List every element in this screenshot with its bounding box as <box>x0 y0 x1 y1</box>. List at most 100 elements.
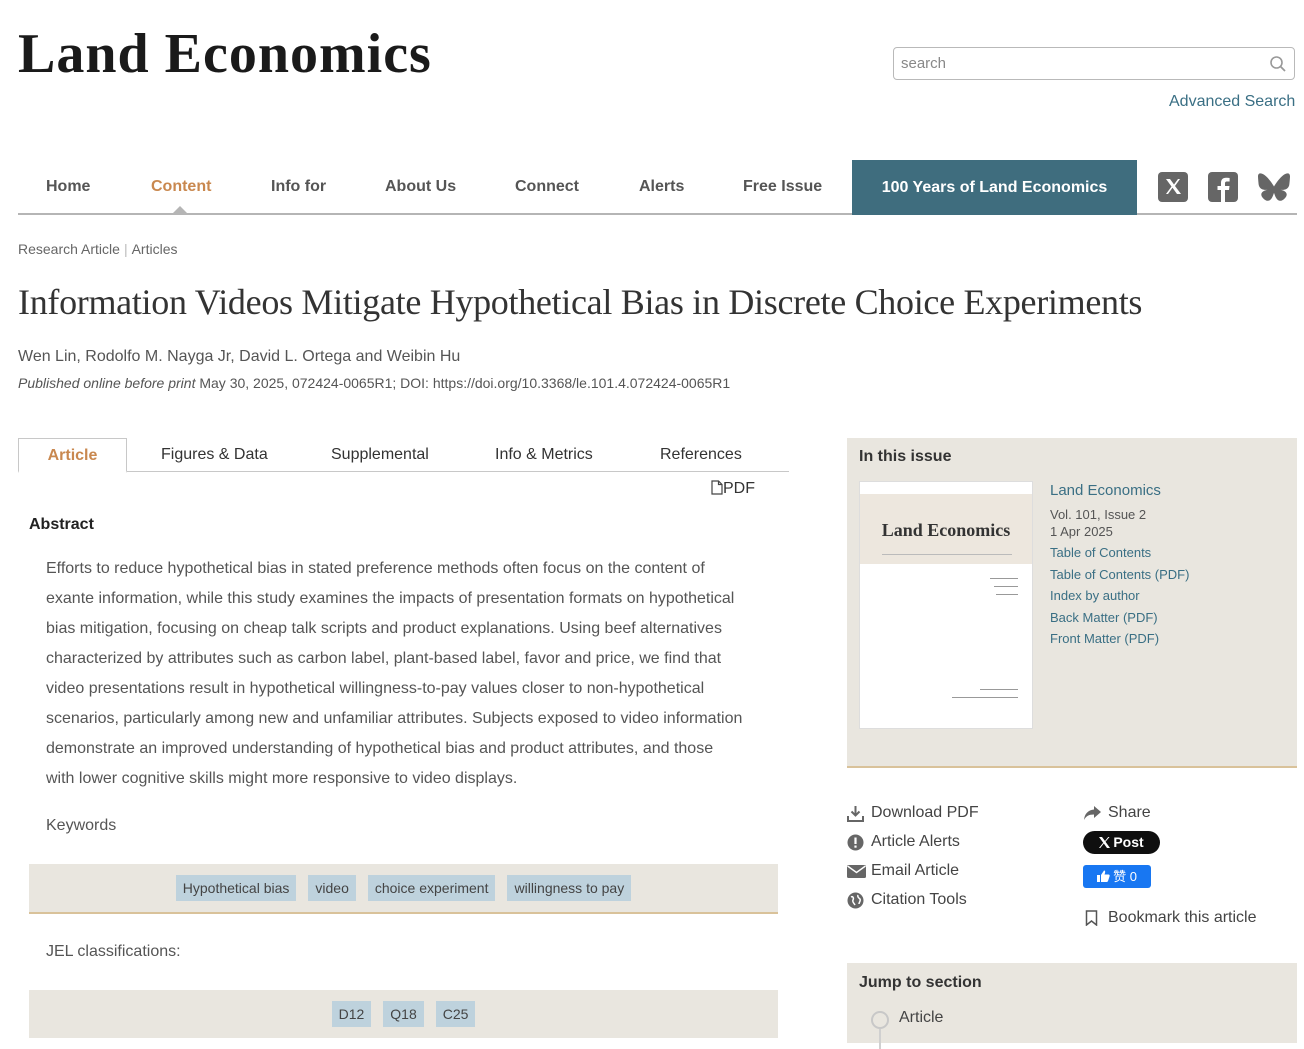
cover-text-line <box>990 578 1018 579</box>
cover-title: Land Economics <box>881 520 1011 540</box>
alert-icon <box>847 834 864 851</box>
abstract-text: Efforts to reduce hypothetical bias in s… <box>46 554 764 794</box>
issue-journal-link[interactable]: Land Economics <box>1050 482 1161 499</box>
abstract-line: scenarios, particularly among new and un… <box>46 710 743 727</box>
breadcrumb-articles[interactable]: Articles <box>132 241 178 257</box>
share-link[interactable]: Share <box>1084 804 1151 822</box>
cover-text-line <box>952 697 1018 698</box>
download-pdf-label: Download PDF <box>871 804 979 821</box>
bluesky-icon[interactable] <box>1257 172 1291 202</box>
nav-100-years[interactable]: 100 Years of Land Economics <box>852 160 1137 215</box>
globe-icon <box>847 892 864 909</box>
published-details: May 30, 2025, 072424-0065R1; DOI: https:… <box>199 375 731 391</box>
x-post-button[interactable]: Post <box>1083 831 1160 854</box>
tabs-divider <box>18 471 789 472</box>
keyword-chip[interactable]: choice experiment <box>367 875 496 901</box>
issue-back-matter-link[interactable]: Back Matter (PDF) <box>1050 610 1158 625</box>
site-title[interactable]: Land Economics <box>18 22 432 86</box>
search-icon[interactable] <box>1269 55 1287 73</box>
issue-volume: Vol. 101, Issue 2 <box>1050 507 1147 522</box>
download-icon <box>847 806 864 822</box>
tab-article[interactable]: Article <box>18 438 127 473</box>
bookmark-label: Bookmark this article <box>1108 909 1257 926</box>
jel-box: D12 Q18 C25 <box>29 990 778 1038</box>
issue-date: 1 Apr 2025 <box>1050 524 1113 539</box>
cover-text-line <box>996 594 1018 595</box>
nav-content[interactable]: Content <box>151 178 211 196</box>
pdf-file-icon <box>711 480 723 495</box>
abstract-line: demonstrate an improved understanding of… <box>46 740 714 757</box>
nav-connect[interactable]: Connect <box>515 178 579 196</box>
in-this-issue-heading: In this issue <box>859 448 952 465</box>
facebook-like-label: 赞 0 <box>1113 869 1137 884</box>
nav-free-issue[interactable]: Free Issue <box>743 178 822 196</box>
pdf-link[interactable]: PDF <box>711 480 755 498</box>
email-article-link[interactable]: Email Article <box>847 862 960 880</box>
tab-figures-data[interactable]: Figures & Data <box>161 446 268 464</box>
issue-toc-pdf-link[interactable]: Table of Contents (PDF) <box>1050 567 1189 582</box>
citation-tools-link[interactable]: Citation Tools <box>847 891 967 909</box>
issue-toc-link[interactable]: Table of Contents <box>1050 545 1151 560</box>
advanced-search-link[interactable]: Advanced Search <box>1169 93 1295 111</box>
nav-about-us[interactable]: About Us <box>385 178 456 196</box>
x-post-label: Post <box>1113 834 1144 850</box>
jel-chip[interactable]: Q18 <box>383 1001 424 1027</box>
thumbs-up-icon <box>1097 870 1110 882</box>
breadcrumb-research-article[interactable]: Research Article <box>18 241 120 257</box>
x-logo-icon <box>1099 837 1111 848</box>
nav-alerts[interactable]: Alerts <box>639 178 684 196</box>
email-article-label: Email Article <box>871 862 960 879</box>
nav-info-for[interactable]: Info for <box>271 178 326 196</box>
cover-text-line <box>980 689 1018 690</box>
jump-to-section-panel: Jump to section Article <box>847 963 1297 1049</box>
tab-references[interactable]: References <box>660 446 742 464</box>
bookmark-article-link[interactable]: Bookmark this article <box>1085 909 1257 927</box>
article-title: Information Videos Mitigate Hypothetical… <box>18 282 1143 322</box>
jel-heading: JEL classifications: <box>46 943 181 960</box>
search-box <box>893 47 1295 80</box>
keyword-chip[interactable]: willingness to pay <box>507 875 632 901</box>
cover-subtitle-line <box>882 554 1012 555</box>
jump-marker-circle <box>871 1011 889 1029</box>
pdf-label: PDF <box>723 480 755 497</box>
publication-info: Published online before print May 30, 20… <box>18 375 730 391</box>
article-authors: Wen Lin, Rodolfo M. Nayga Jr, David L. O… <box>18 348 461 365</box>
jel-chip[interactable]: C25 <box>435 1001 476 1027</box>
keyword-chip[interactable]: Hypothetical bias <box>175 875 297 901</box>
cover-text-line <box>994 586 1018 587</box>
search-input[interactable] <box>894 48 1261 79</box>
share-arrow-icon <box>1084 806 1101 820</box>
facebook-icon[interactable] <box>1208 172 1238 202</box>
bookmark-icon <box>1085 910 1098 926</box>
abstract-line: Efforts to reduce hypothetical bias in s… <box>46 560 705 577</box>
abstract-line: exante information, while this study exa… <box>46 590 735 607</box>
abstract-line: video presentations result in hypothetic… <box>46 680 705 697</box>
abstract-line: bias mitigation, focusing on cheap talk … <box>46 620 722 637</box>
nav-home[interactable]: Home <box>46 178 90 196</box>
article-alerts-link[interactable]: Article Alerts <box>847 833 960 851</box>
tab-info-metrics[interactable]: Info & Metrics <box>495 446 593 464</box>
issue-cover-image[interactable]: Land Economics <box>859 481 1033 729</box>
facebook-like-button[interactable]: 赞 0 <box>1083 865 1151 888</box>
envelope-icon <box>847 865 866 878</box>
nav-active-caret <box>172 206 188 214</box>
in-this-issue-panel: In this issue Land Economics Land Econom… <box>847 438 1297 768</box>
jump-item-article[interactable]: Article <box>899 1009 943 1027</box>
published-label: Published online before print <box>18 375 196 391</box>
jump-to-section-heading: Jump to section <box>859 974 982 991</box>
download-pdf-link[interactable]: Download PDF <box>847 804 979 822</box>
jel-chip[interactable]: D12 <box>331 1001 372 1027</box>
breadcrumb-separator: | <box>123 241 128 257</box>
x-icon[interactable] <box>1158 172 1188 202</box>
share-label: Share <box>1108 804 1151 821</box>
issue-front-matter-link[interactable]: Front Matter (PDF) <box>1050 631 1159 646</box>
tab-supplemental[interactable]: Supplemental <box>331 446 429 464</box>
keywords-heading: Keywords <box>46 817 117 834</box>
citation-tools-label: Citation Tools <box>871 891 967 908</box>
keywords-box: Hypothetical bias video choice experimen… <box>29 864 778 914</box>
article-alerts-label: Article Alerts <box>871 833 960 850</box>
abstract-line: characterized by attributes such as carb… <box>46 650 722 667</box>
issue-index-author-link[interactable]: Index by author <box>1050 588 1140 603</box>
breadcrumb: Research Article | Articles <box>18 241 177 257</box>
keyword-chip[interactable]: video <box>308 875 356 901</box>
